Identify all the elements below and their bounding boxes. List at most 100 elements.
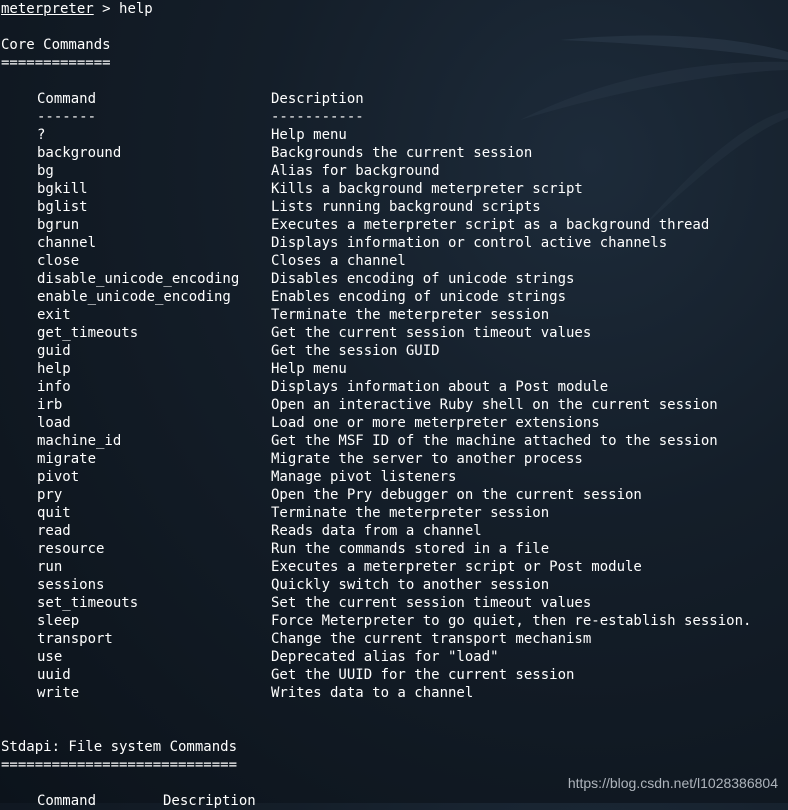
table-row: resource Run the commands stored in a fil… [1,540,788,558]
command-name: read [37,523,71,539]
command-name: get_timeouts [37,325,139,341]
table-row: close Closes a channel [1,252,788,270]
column-header-command: Command [37,793,97,809]
command-description: Enables encoding of unicode strings [271,289,567,305]
command-description: Writes data to a channel [271,685,474,701]
command-description: Force Meterpreter to go quiet, then re-e… [271,613,752,629]
command-name: disable_unicode_encoding [37,271,240,287]
table-row: get_timeouts Get the current session time… [1,324,788,342]
command-name: pivot [37,469,80,485]
separator-description: ----------- [271,109,364,125]
table-row: background Backgrounds the current sessio… [1,144,788,162]
command-name: migrate [37,451,97,467]
table-row: quit Terminate the meterpreter session [1,504,788,522]
command-name: close [37,253,80,269]
command-name: machine_id [37,433,122,449]
table-row: ? Help menu [1,126,788,144]
command-description: Closes a channel [271,253,406,269]
command-name: info [37,379,71,395]
section-title-core: Core Commands [1,37,111,53]
column-header-description: Description [271,91,364,107]
command-name: run [37,559,63,575]
command-description: Help menu [271,361,347,377]
command-name: use [37,649,63,665]
command-name: bglist [37,199,88,215]
command-name: write [37,685,80,701]
command-description: Manage pivot listeners [271,469,457,485]
command-description: Open the Pry debugger on the current ses… [271,487,642,503]
command-name: bgkill [37,181,88,197]
table-row: disable_unicode_encoding Disables encodin… [1,270,788,288]
table-row: info Displays information about a Post mo… [1,378,788,396]
table-row: sessions Quickly switch to another sessio… [1,576,788,594]
table-row: irb Open an interactive Ruby shell on the… [1,396,788,414]
section-underline-stdapi-fs: ============================ [1,757,238,773]
prompt-command: help [119,1,153,17]
command-name: sleep [37,613,80,629]
prompt-name: meterpreter [1,1,94,17]
table-row: pry Open the Pry debugger on the current … [1,486,788,504]
command-description: Kills a background meterpreter script [271,181,583,197]
table-row: use Deprecated alias for "load" [1,648,788,666]
command-description: Alias for background [271,163,440,179]
command-name: set_timeouts [37,595,139,611]
command-description: Disables encoding of unicode strings [271,271,575,287]
command-name: bg [37,163,54,179]
command-description: Deprecated alias for "load" [271,649,499,665]
column-header-description: Description [163,793,256,809]
prompt-separator: > [93,1,120,17]
command-name: guid [37,343,71,359]
table-row: help Help menu [1,360,788,378]
command-description: Load one or more meterpreter extensions [271,415,600,431]
command-description: Open an interactive Ruby shell on the cu… [271,397,718,413]
command-name: irb [37,397,63,413]
command-description: Set the current session timeout values [271,595,592,611]
command-name: resource [37,541,105,557]
command-description: Get the session GUID [271,343,440,359]
command-name: uuid [37,667,71,683]
command-name: bgrun [37,217,80,233]
command-description: Run the commands stored in a file [271,541,550,557]
command-description: Reads data from a channel [271,523,482,539]
command-name: background [37,145,122,161]
command-name: ? [37,127,46,143]
table-row: sleep Force Meterpreter to go quiet, then… [1,612,788,630]
command-name: transport [37,631,113,647]
table-row: read Reads data from a channel [1,522,788,540]
command-name: enable_unicode_encoding [37,289,231,305]
table-row: run Executes a meterpreter script or Post… [1,558,788,576]
command-description: Terminate the meterpreter session [271,307,550,323]
table-row: write Writes data to a channel [1,684,788,702]
table-row: bg Alias for background [1,162,788,180]
table-header-core: Command Description [1,90,788,108]
command-description: Backgrounds the current session [271,145,533,161]
table-row: set_timeouts Set the current session time… [1,594,788,612]
table-row: bgkill Kills a background meterpreter scr… [1,180,788,198]
command-description: Help menu [271,127,347,143]
command-name: pry [37,487,63,503]
command-description: Migrate the server to another process [271,451,583,467]
table-row: machine_id Get the MSF ID of the machine … [1,432,788,450]
table-row: exit Terminate the meterpreter session [1,306,788,324]
table-row: transport Change the current transport me… [1,630,788,648]
command-description: Displays information about a Post module [271,379,609,395]
table-row: bglist Lists running background scripts [1,198,788,216]
command-name: sessions [37,577,105,593]
table-row: channel Displays information or control a… [1,234,788,252]
command-description: Change the current transport mechanism [271,631,592,647]
command-description: Terminate the meterpreter session [271,505,550,521]
table-row: pivot Manage pivot listeners [1,468,788,486]
command-description: Quickly switch to another session [271,577,550,593]
table-separator-core: ------- ----------- [1,108,788,126]
column-header-command: Command [37,91,97,107]
watermark-url: https://blog.csdn.net/l1028386804 [567,775,778,791]
command-description: Lists running background scripts [271,199,541,215]
command-name: help [37,361,71,377]
command-name: channel [37,235,97,251]
core-commands-table: ? Help menu background Backgrounds the curr… [1,126,788,702]
table-row: bgrun Executes a meterpreter script as a … [1,216,788,234]
